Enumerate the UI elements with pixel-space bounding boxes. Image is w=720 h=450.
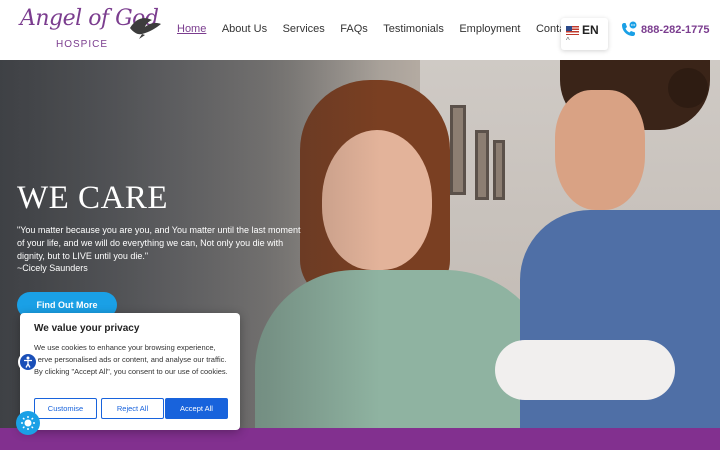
cookie-consent-banner: We value your privacy We use cookies to … [20,313,240,430]
phone-link[interactable]: 888-282-1775 [619,21,710,39]
accessibility-icon[interactable] [18,352,38,372]
logo-subtitle: HOSPICE [56,39,109,50]
nav-services[interactable]: Services [283,22,325,36]
dove-icon [130,18,161,39]
nav-employment[interactable]: Employment [459,22,520,36]
nav-testimonials[interactable]: Testimonials [383,22,444,36]
hero-title: WE CARE [17,180,169,216]
reject-all-button[interactable]: Reject All [101,398,164,419]
us-flag-icon [566,26,579,35]
cookie-body: We use cookies to enhance your browsing … [34,343,228,376]
phone-number: 888-282-1775 [641,24,710,36]
brightness-icon[interactable] [16,411,40,435]
language-selector[interactable]: EN ^ [561,18,608,50]
site-header: Angel of God HOSPICE Home About Us Servi… [0,0,720,60]
main-nav: Home About Us Services FAQs Testimonials… [177,22,606,36]
quote-attribution: ~Cicely Saunders [17,263,88,274]
site-logo[interactable]: Angel of God HOSPICE [18,6,163,52]
hero-quote: "You matter because you are you, and You… [17,224,307,275]
customise-button[interactable]: Customise [34,398,97,419]
phone-chat-icon [622,21,637,36]
accept-all-button[interactable]: Accept All [165,398,228,419]
quote-text: "You matter because you are you, and You… [17,225,301,261]
chevron-up-icon: ^ [566,36,570,45]
language-code: EN [582,23,599,37]
nav-about-us[interactable]: About Us [222,22,267,36]
nav-home[interactable]: Home [177,22,206,36]
cookie-title: We value your privacy [34,323,140,334]
purple-band [0,428,720,450]
nav-faqs[interactable]: FAQs [340,22,368,36]
